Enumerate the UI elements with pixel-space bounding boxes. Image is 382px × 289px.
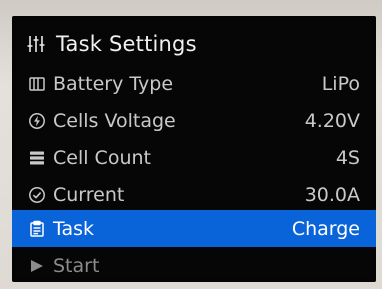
menu-item-label: Battery Type [53,72,174,95]
menu-item-task[interactable]: Task Charge [12,210,376,247]
menu-item-value: 30.0A [304,183,360,206]
battery-icon [27,74,47,94]
menu-item-start[interactable]: Start [12,247,376,282]
menu-item-value: 4.20V [304,109,360,132]
stack-icon [27,148,47,168]
menu-item-current[interactable]: Current 30.0A [12,176,376,213]
menu-item-value: 4S [335,146,360,169]
power-icon [27,111,47,131]
check-circle-icon [27,185,47,205]
play-icon [27,256,47,276]
clipboard-icon [27,219,47,239]
sliders-icon [26,33,48,55]
lcd-screen: Task Settings Battery Type LiPo Cells Vo… [12,16,376,282]
menu-item-label: Cell Count [53,146,151,169]
page-title: Task Settings [56,32,197,56]
menu-item-battery-type[interactable]: Battery Type LiPo [12,65,376,102]
menu-item-cell-count[interactable]: Cell Count 4S [12,139,376,176]
menu-item-label: Task [53,217,95,240]
menu-item-label: Start [53,254,100,277]
page-title-row: Task Settings [12,20,376,68]
menu-item-cells-voltage[interactable]: Cells Voltage 4.20V [12,102,376,139]
menu-item-value: LiPo [321,72,360,95]
menu-item-label: Current [53,183,125,206]
menu-item-value: Charge [291,217,360,240]
menu-item-label: Cells Voltage [53,109,176,132]
